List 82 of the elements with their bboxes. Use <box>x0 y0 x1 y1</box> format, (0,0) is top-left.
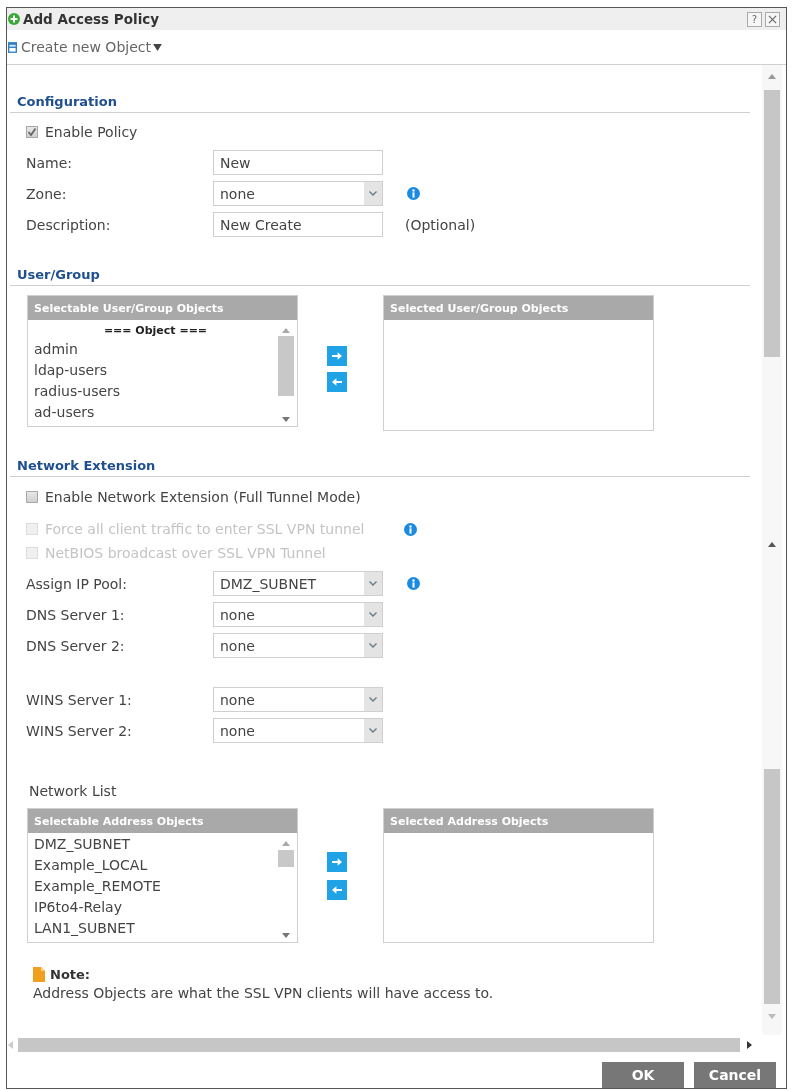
close-button[interactable] <box>765 11 780 27</box>
field-label: DNS Server 2: <box>26 637 126 654</box>
left-arrow-icon <box>332 885 342 895</box>
remove-button[interactable] <box>327 880 347 900</box>
help-button[interactable]: ? <box>747 11 762 27</box>
scroll-right-icon[interactable] <box>747 1041 752 1049</box>
scroll-up-icon[interactable] <box>768 542 776 547</box>
add-button[interactable] <box>327 852 347 872</box>
info-icon[interactable] <box>407 187 420 200</box>
field-label: Assign IP Pool: <box>26 575 128 592</box>
plus-circle-icon <box>8 13 20 25</box>
list-group-heading: === Object === <box>102 323 209 339</box>
note-text: Address Objects are what the SSL VPN clients will have access to. <box>33 984 494 1002</box>
section-heading: Configuration <box>17 94 117 109</box>
remove-button[interactable] <box>327 372 347 392</box>
note-title: Note: <box>50 966 91 982</box>
chevron-down-icon <box>369 191 377 196</box>
scrollbar-thumb[interactable] <box>764 769 780 1004</box>
chevron-down-icon <box>369 728 377 733</box>
chevron-down-icon <box>369 581 377 586</box>
dropdown-field[interactable]: none <box>213 633 383 658</box>
checkbox-label: Enable Network Extension (Full Tunnel Mode) <box>45 489 361 505</box>
field-label: DNS Server 1: <box>26 606 126 623</box>
cancel-button[interactable]: Cancel <box>694 1062 776 1088</box>
horizontal-scrollbar-thumb[interactable] <box>18 1038 740 1052</box>
close-icon <box>768 14 777 24</box>
checkbox-label: Force all client traffic to enter SSL VPN tunnel <box>45 521 365 537</box>
field-label: Name: <box>26 154 74 171</box>
scroll-down-icon[interactable] <box>282 933 290 938</box>
caret-down-icon <box>152 43 162 51</box>
field-label: Zone: <box>26 185 68 202</box>
list-item[interactable]: ad-users <box>34 402 277 423</box>
dropdown-field[interactable]: none <box>213 602 383 627</box>
check-icon <box>27 127 37 137</box>
list-item[interactable]: Example_REMOTE <box>34 876 277 897</box>
list-item[interactable]: DMZ_SUBNET <box>34 834 277 855</box>
right-arrow-icon <box>332 351 342 361</box>
list-item[interactable]: IP6to4-Relay <box>34 897 277 918</box>
vertical-scrollbar[interactable] <box>762 65 782 1035</box>
text-field[interactable]: New Create <box>213 212 383 237</box>
section-heading: Network Extension <box>17 458 156 473</box>
list-header: Selectable Address Objects <box>28 809 297 833</box>
checkbox[interactable] <box>26 491 38 503</box>
create-object-menu[interactable]: Create new Object <box>8 39 162 55</box>
list-header: Selectable User/Group Objects <box>28 296 297 320</box>
add-button[interactable] <box>327 346 347 366</box>
section-heading: User/Group <box>17 267 100 282</box>
checkbox[interactable] <box>26 126 38 138</box>
list-item[interactable]: LAN1_SUBNET <box>34 918 277 939</box>
ok-button[interactable]: OK <box>602 1062 684 1088</box>
right-arrow-icon <box>332 857 342 867</box>
form-icon <box>8 41 17 53</box>
window-title: Add Access Policy <box>23 11 160 27</box>
left-arrow-icon <box>332 377 342 387</box>
list-item[interactable]: Example_LOCAL <box>34 855 277 876</box>
checkbox-label: Enable Policy <box>45 124 138 140</box>
scrollbar-thumb[interactable] <box>278 850 294 867</box>
scrollbar-thumb[interactable] <box>278 336 294 396</box>
field-label: Description: <box>26 216 112 233</box>
info-icon[interactable] <box>407 577 420 590</box>
field-label: WINS Server 1: <box>26 691 133 708</box>
scroll-down-icon[interactable] <box>282 417 290 422</box>
list-header: Selected Address Objects <box>384 809 653 833</box>
dropdown-field[interactable]: DMZ_SUBNET <box>213 571 383 596</box>
list-header: Selected User/Group Objects <box>384 296 653 320</box>
optional-hint: (Optional) <box>405 216 476 233</box>
list-item[interactable]: radius-users <box>34 381 277 402</box>
chevron-down-icon <box>369 643 377 648</box>
dropdown-field[interactable]: none <box>213 687 383 712</box>
list-title: Network List <box>29 783 117 799</box>
list-item[interactable]: admin <box>34 339 277 360</box>
scrollbar-thumb[interactable] <box>764 90 780 357</box>
field-label: WINS Server 2: <box>26 722 133 739</box>
text-field[interactable]: New <box>213 150 383 175</box>
chevron-down-icon <box>369 697 377 702</box>
scroll-left-icon[interactable] <box>8 1041 13 1049</box>
dropdown-field[interactable]: none <box>213 181 383 206</box>
checkbox-label: NetBIOS broadcast over SSL VPN Tunnel <box>45 545 326 561</box>
dropdown-field[interactable]: none <box>213 718 383 743</box>
note-icon <box>33 966 45 982</box>
list-item[interactable]: ldap-users <box>34 360 277 381</box>
chevron-down-icon <box>369 612 377 617</box>
